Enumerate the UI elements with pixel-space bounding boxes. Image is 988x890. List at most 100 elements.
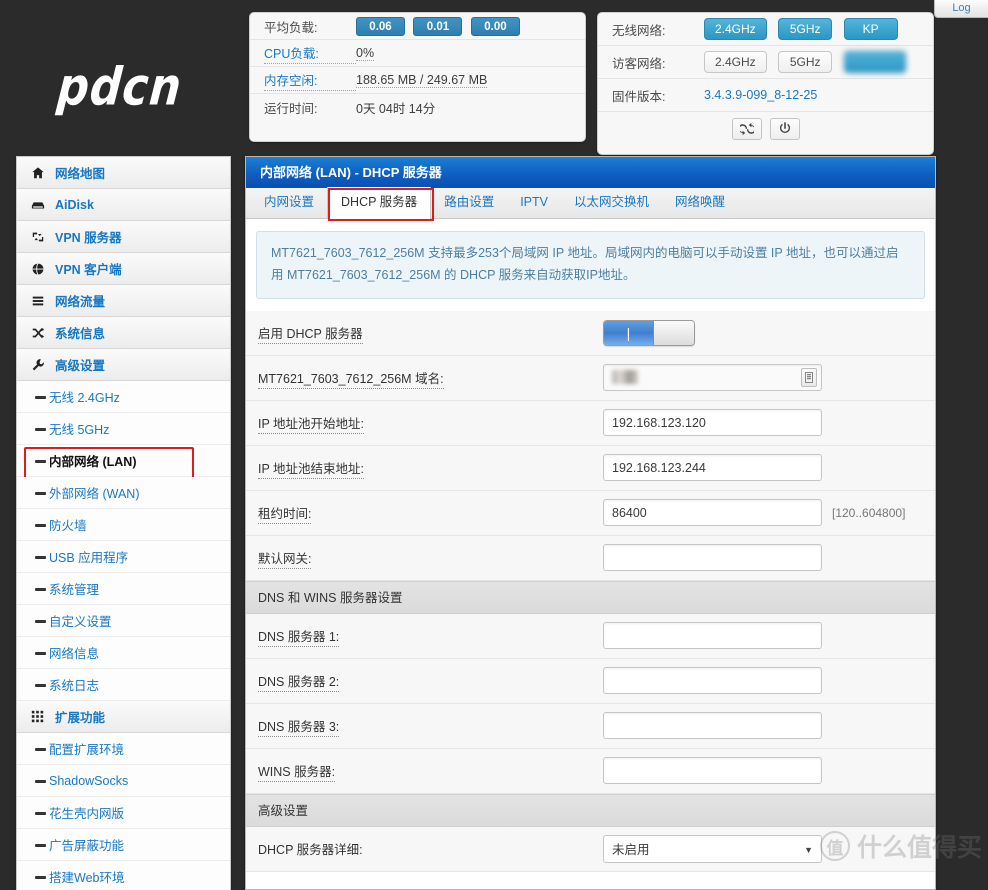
wireless-pill-24g[interactable]: 2.4GHz [704, 18, 767, 40]
sidebar-item-vpn-server[interactable]: VPN 服务器 [17, 221, 230, 253]
sidebar-label-network-info: 网络信息 [49, 647, 100, 661]
sidebar-item-wireless-5g[interactable]: 无线 5GHz [17, 413, 230, 445]
label-domain: MT7621_7603_7612_256M 域名: [258, 368, 603, 390]
dash-icon [35, 812, 46, 815]
home-icon [31, 166, 55, 180]
brand-logo[interactable]: pdcn [0, 18, 240, 156]
sidebar-item-vpn-client[interactable]: VPN 客户端 [17, 253, 230, 285]
field-row-dhcp-detail: DHCP 服务器详细: 未启用 ▼ [246, 826, 935, 872]
dash-icon [35, 748, 46, 751]
lease-time-input[interactable] [603, 499, 822, 527]
sidebar-item-wan[interactable]: 外部网络 (WAN) [17, 477, 230, 509]
dns2-input[interactable] [603, 667, 822, 695]
default-gateway-input[interactable] [603, 544, 822, 572]
sidebar-label-wireless-5g: 无线 5GHz [49, 423, 110, 437]
sidebar-item-traffic[interactable]: 网络流量 [17, 285, 230, 317]
loadavg-badge-1: 0.06 [356, 16, 405, 36]
page-title: 内部网络 (LAN) - DHCP 服务器 [246, 157, 935, 188]
tab-dhcp-server[interactable]: DHCP 服务器 [327, 187, 435, 221]
sidebar-item-shadowsocks[interactable]: ShadowSocks [17, 765, 230, 797]
field-row-wins: WINS 服务器: [246, 748, 935, 794]
dash-icon [35, 844, 46, 847]
enable-dhcp-toggle[interactable]: | [603, 319, 695, 346]
field-row-dns3: DNS 服务器 3: [246, 703, 935, 749]
label-dhcp-detail: DHCP 服务器详细: [258, 843, 363, 858]
sidebar-item-lan[interactable]: 内部网络 (LAN) [17, 445, 230, 479]
guest-pill-24g[interactable]: 2.4GHz [704, 51, 767, 73]
memory-free-label[interactable]: 内存空闲: [264, 70, 356, 91]
sidebar-label-aidisk: AiDisk [55, 197, 94, 212]
wrench-icon [31, 358, 55, 372]
network-status-card: 无线网络: 2.4GHz 5GHz KP 访客网络: 2.4GHz 5GHz X… [597, 12, 934, 155]
page-root: Log pdcn 平均负载: 0.06 0.01 0.00 CPU负载: 0% … [0, 0, 988, 890]
lease-time-range-hint: [120..604800] [832, 505, 906, 520]
dash-icon [35, 876, 46, 879]
dash-icon [35, 396, 46, 399]
sidebar-item-firewall[interactable]: 防火墙 [17, 509, 230, 541]
field-row-default-gateway: 默认网关: [246, 535, 935, 581]
sidebar-label-lan: 内部网络 (LAN) [49, 455, 137, 469]
dns1-input[interactable] [603, 622, 822, 650]
status-action-row [598, 112, 933, 146]
wireless-pill-5g[interactable]: 5GHz [778, 18, 833, 40]
dash-icon [35, 652, 46, 655]
log-button[interactable]: Log [934, 0, 988, 18]
sidebar-item-network-info[interactable]: 网络信息 [17, 637, 230, 669]
sidebar-item-config-extend-env[interactable]: 配置扩展环境 [17, 733, 230, 765]
info-banner: MT7621_7603_7612_256M 支持最多253个局域网 IP 地址。… [256, 231, 925, 299]
sidebar-label-system-log: 系统日志 [49, 679, 100, 693]
sidebar-item-adblock[interactable]: 广告屏蔽功能 [17, 829, 230, 861]
vpn-server-icon [31, 230, 55, 244]
guest-pill-5g[interactable]: 5GHz [778, 51, 833, 73]
sidebar-item-custom-settings[interactable]: 自定义设置 [17, 605, 230, 637]
loadavg-badges: 0.06 0.01 0.00 [356, 16, 525, 36]
guest-pills: 2.4GHz 5GHz XXXXX [704, 51, 914, 73]
label-dns1: DNS 服务器 1: [258, 626, 603, 648]
dash-icon [35, 492, 46, 495]
tab-wol[interactable]: 网络唤醒 [662, 187, 738, 218]
list-icon[interactable] [801, 368, 817, 388]
cpu-load-label[interactable]: CPU负载: [264, 43, 356, 64]
tab-route-settings[interactable]: 路由设置 [431, 187, 507, 218]
status-row-guest: 访客网络: 2.4GHz 5GHz XXXXX [598, 46, 933, 79]
pool-end-input[interactable] [603, 454, 822, 482]
firmware-value[interactable]: 3.4.3.9-099_8-12-25 [704, 88, 817, 102]
sidebar-item-usb-apps[interactable]: USB 应用程序 [17, 541, 230, 573]
sidebar-item-system-admin[interactable]: 系统管理 [17, 573, 230, 605]
dhcp-detail-select[interactable]: 未启用 ▼ [603, 834, 822, 863]
tab-switch[interactable]: 以太网交换机 [561, 187, 662, 218]
sidebar-label-firewall: 防火墙 [49, 519, 87, 533]
sidebar-label-system-admin: 系统管理 [49, 583, 100, 597]
power-icon[interactable] [769, 118, 800, 140]
sidebar-item-wireless-24[interactable]: 无线 2.4GHz [17, 381, 230, 413]
sidebar-item-system-info[interactable]: 系统信息 [17, 317, 230, 349]
wireless-pill-kp[interactable]: KP [843, 18, 898, 40]
sidebar-item-web-env[interactable]: 搭建Web环境 [17, 861, 230, 890]
pool-start-input[interactable] [603, 409, 822, 437]
field-row-enable-dhcp: 启用 DHCP 服务器 | [246, 310, 935, 356]
shuffle-icon [31, 326, 55, 340]
sidebar-group-extend[interactable]: 扩展功能 [17, 701, 230, 733]
domain-redacted-value [612, 370, 638, 385]
sidebar-label-usb-apps: USB 应用程序 [49, 551, 129, 565]
guest-pill-redacted[interactable]: XXXXX [843, 51, 906, 73]
sidebar-item-system-log[interactable]: 系统日志 [17, 669, 230, 701]
status-row-cpu: CPU负载: 0% [250, 40, 585, 67]
dash-icon [35, 620, 46, 623]
sidebar-item-oray-lan[interactable]: 花生壳内网版 [17, 797, 230, 829]
sidebar-label-custom-settings: 自定义设置 [49, 615, 112, 629]
field-row-pool-end: IP 地址池结束地址: [246, 445, 935, 491]
refresh-icon[interactable] [731, 118, 762, 140]
cpu-load-value: 0% [356, 45, 375, 61]
tab-iptv[interactable]: IPTV [507, 187, 561, 218]
wins-input[interactable] [603, 757, 822, 785]
grid-icon [31, 710, 55, 723]
tab-lan-settings[interactable]: 内网设置 [251, 187, 327, 218]
label-enable-dhcp: 启用 DHCP 服务器 [258, 323, 603, 345]
dash-icon [35, 780, 46, 783]
sidebar-item-aidisk[interactable]: AiDisk [17, 189, 230, 221]
sidebar-item-network-map[interactable]: 网络地图 [17, 157, 230, 189]
dns3-input[interactable] [603, 712, 822, 740]
traffic-icon [31, 294, 55, 308]
sidebar-group-advanced[interactable]: 高级设置 [17, 349, 230, 381]
